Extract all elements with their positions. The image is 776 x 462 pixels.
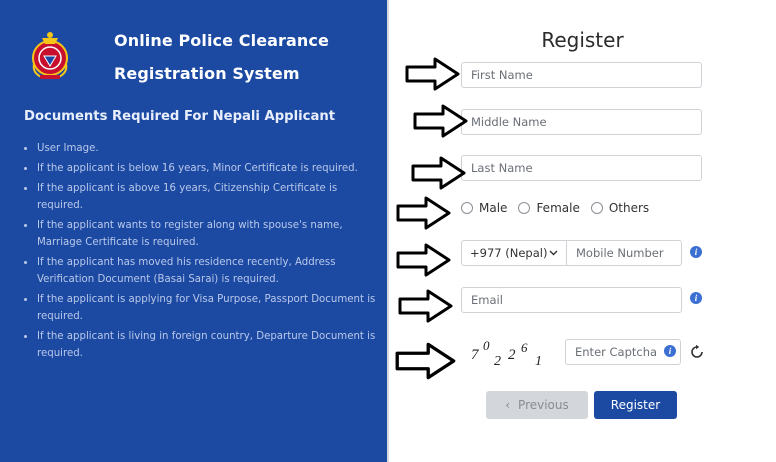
list-item: If the applicant has moved his residence… <box>24 254 376 288</box>
arrow-right-icon <box>396 196 451 230</box>
list-item: If the applicant wants to register along… <box>24 217 376 251</box>
chevron-down-icon <box>549 250 558 256</box>
gender-radio-group: Male Female Others <box>461 201 660 215</box>
arrow-right-icon <box>413 104 468 138</box>
last-name-input[interactable]: Last Name <box>461 155 702 181</box>
gender-female-radio[interactable]: Female <box>518 201 580 215</box>
register-button[interactable]: Register <box>594 391 677 419</box>
email-input[interactable]: Email <box>461 287 682 313</box>
country-code-value: +977 (Nepal) <box>470 246 548 260</box>
first-name-input[interactable]: First Name <box>461 62 702 88</box>
info-panel: Online Police Clearance Registration Sys… <box>0 0 388 462</box>
documents-heading: Documents Required For Nepali Applicant <box>24 109 336 124</box>
arrow-right-icon <box>405 57 460 91</box>
country-code-select[interactable]: +977 (Nepal) <box>461 240 567 266</box>
captcha-image: 7 0 2 2 6 1 <box>471 338 542 369</box>
list-item: If the applicant is applying for Visa Pu… <box>24 291 376 325</box>
documents-list: User Image. If the applicant is below 16… <box>24 140 376 365</box>
captcha-char: 2 <box>508 347 516 363</box>
gender-male-radio[interactable]: Male <box>461 201 507 215</box>
previous-button[interactable]: ‹ Previous <box>486 391 588 419</box>
captcha-char: 2 <box>494 354 501 369</box>
captcha-char: 7 <box>471 347 480 363</box>
brand-title-line2: Registration System <box>114 64 300 83</box>
radio-label: Male <box>479 201 508 215</box>
list-item: If the applicant is above 16 years, Citi… <box>24 180 376 214</box>
radio-label: Others <box>608 201 650 215</box>
chevron-left-icon: ‹ <box>505 398 511 412</box>
previous-label: Previous <box>518 398 569 412</box>
info-icon[interactable]: i <box>690 292 702 304</box>
arrow-right-icon <box>395 342 456 380</box>
radio-circle-icon[interactable] <box>461 202 473 214</box>
page-frame: Online Police Clearance Registration Sys… <box>0 0 776 462</box>
captcha-char: 0 <box>483 338 490 353</box>
list-item: If the applicant is below 16 years, Mino… <box>24 160 376 177</box>
arrow-right-icon <box>398 289 453 323</box>
nepal-police-emblem-icon <box>32 32 68 79</box>
arrow-right-icon <box>396 243 451 277</box>
brand-title-line1: Online Police Clearance <box>114 31 329 50</box>
refresh-icon[interactable] <box>689 344 705 360</box>
list-item: User Image. <box>24 140 376 157</box>
arrow-right-icon <box>411 156 466 190</box>
radio-circle-icon[interactable] <box>590 202 603 214</box>
info-icon[interactable]: i <box>690 246 702 258</box>
captcha-char: 6 <box>521 340 528 355</box>
gender-others-radio[interactable]: Others <box>590 201 650 215</box>
radio-label: Female <box>536 201 580 215</box>
captcha-char: 1 <box>535 354 542 369</box>
info-icon[interactable]: i <box>664 345 676 357</box>
list-item: If the applicant is living in foreign co… <box>24 328 376 362</box>
form-title: Register <box>541 28 624 52</box>
mobile-number-input[interactable]: Mobile Number <box>566 240 682 266</box>
radio-circle-icon[interactable] <box>518 202 531 214</box>
middle-name-input[interactable]: Middle Name <box>461 109 702 135</box>
